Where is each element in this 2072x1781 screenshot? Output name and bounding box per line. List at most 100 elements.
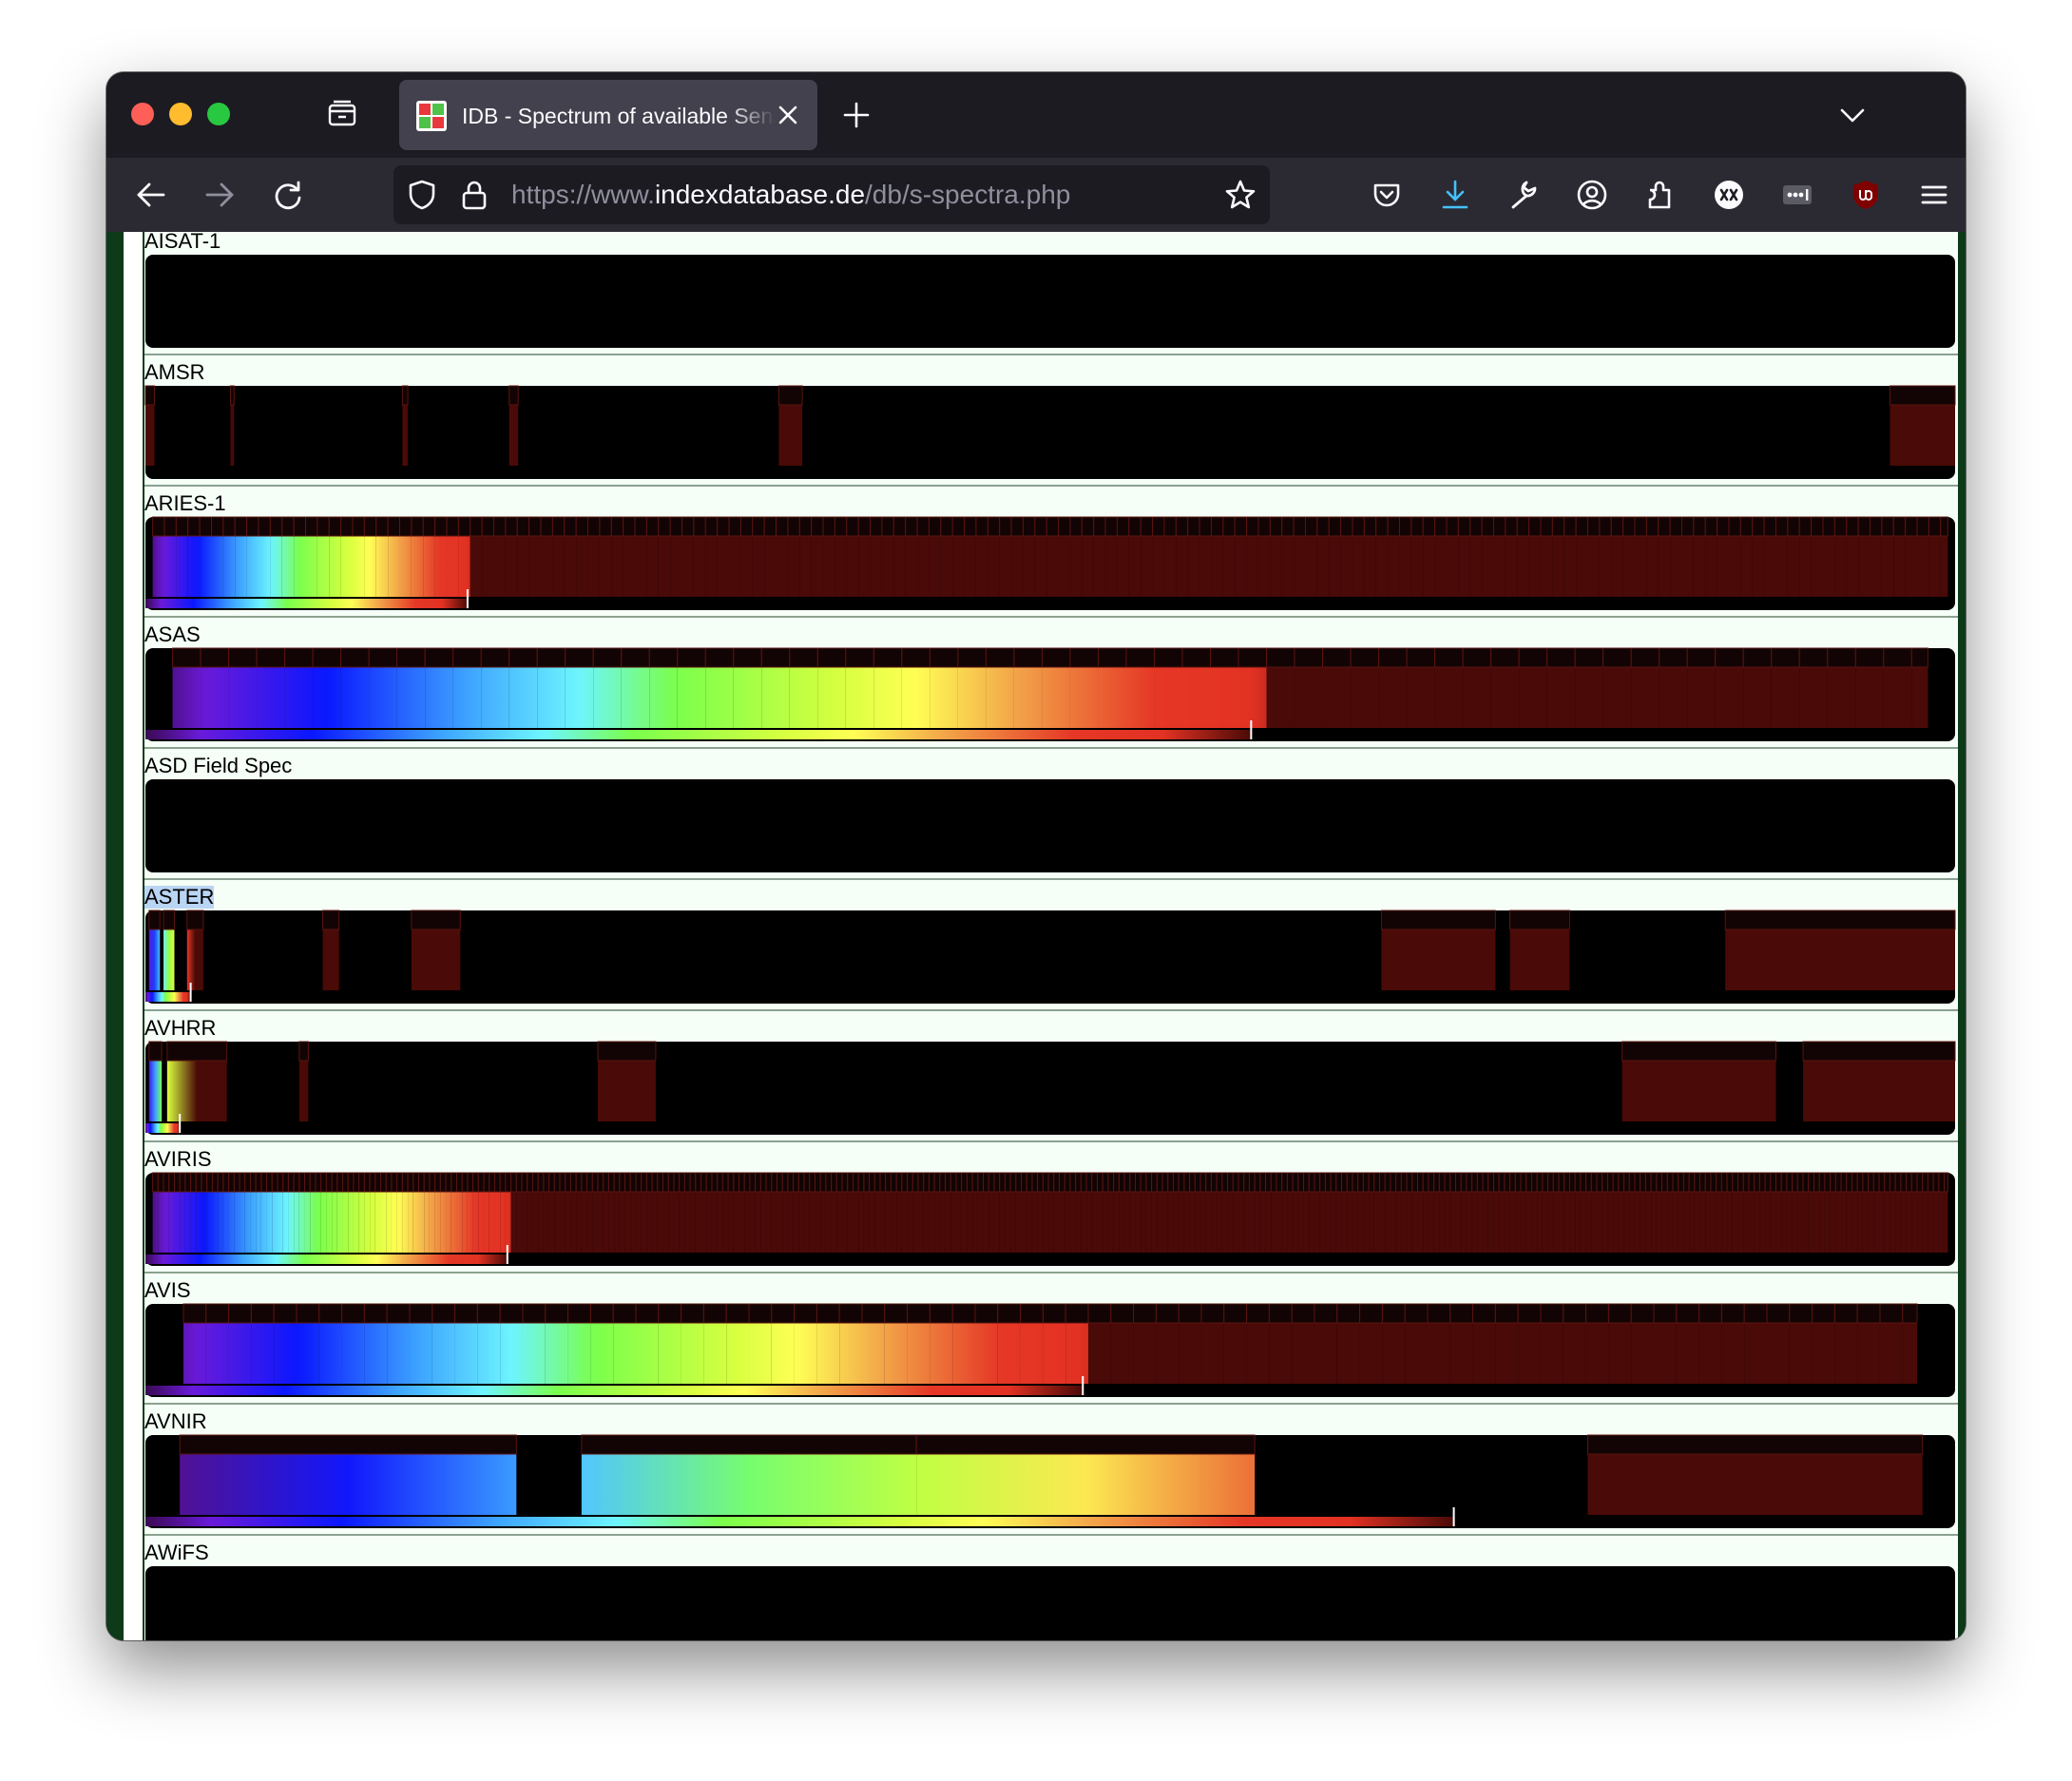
band-marker (1246, 516, 1259, 537)
band-marker (565, 1172, 571, 1193)
extensions-icon[interactable] (1644, 179, 1677, 211)
band-marker (1699, 1172, 1706, 1193)
band-marker (1902, 1303, 1918, 1324)
band-marker (1232, 1172, 1239, 1193)
spectral-band (567, 1323, 591, 1384)
spectral-band (1890, 405, 1955, 466)
sensor-name[interactable]: AWiFS (144, 1542, 209, 1564)
spectral-band (1487, 1192, 1494, 1253)
band-marker (1686, 647, 1717, 668)
tracking-protection-shield-icon[interactable] (407, 179, 437, 211)
band-marker (814, 1172, 821, 1193)
sensor-name[interactable]: ASD Field Spec (144, 755, 292, 777)
password-extension-icon[interactable] (1781, 179, 1813, 211)
sensor-name[interactable]: AISAT-1 (144, 232, 221, 253)
spectral-band (673, 1192, 680, 1253)
spectral-band (1792, 1192, 1798, 1253)
band-marker (1540, 1303, 1564, 1324)
spectral-range-end-marker (1452, 1507, 1455, 1526)
band-marker (1398, 516, 1412, 537)
forward-arrow-icon[interactable] (203, 179, 236, 211)
band-marker (564, 516, 577, 537)
spectral-band (1834, 536, 1847, 597)
sensor-name[interactable]: AVIS (144, 1279, 191, 1302)
spectral-band (313, 667, 341, 728)
wrench-icon[interactable] (1507, 179, 1540, 211)
band-marker (1634, 516, 1647, 537)
spectral-band (677, 667, 706, 728)
spectral-band (880, 1192, 886, 1253)
sensor-name[interactable]: AMSR (144, 361, 205, 384)
spectral-band (250, 1192, 257, 1253)
spectral-band (418, 1192, 425, 1253)
band-marker (1013, 647, 1043, 668)
spectral-band (1631, 1323, 1654, 1384)
band-marker (702, 1303, 727, 1324)
list-all-tabs-icon[interactable] (1838, 101, 1867, 129)
spectral-band (1786, 1192, 1793, 1253)
spectrum-background (145, 1566, 1955, 1640)
menu-icon[interactable] (1918, 179, 1950, 211)
minimize-window-button[interactable] (169, 103, 192, 125)
band-marker (669, 516, 683, 537)
pocket-icon[interactable] (1371, 179, 1403, 211)
band-marker (597, 1041, 657, 1062)
back-arrow-icon[interactable] (135, 179, 167, 211)
tab-active[interactable]: IDB - Spectrum of available Sensors (399, 80, 817, 150)
spectral-band (1081, 1192, 1087, 1253)
sensor-name[interactable]: ASAS (144, 623, 201, 646)
band-marker (1102, 1172, 1109, 1193)
spectral-band (1407, 667, 1435, 728)
spectral-band (1340, 536, 1353, 597)
spectral-band (409, 1323, 432, 1384)
band-marker (166, 1041, 228, 1062)
sensor-name[interactable]: AVHRR (144, 1017, 216, 1040)
bookmark-star-icon[interactable] (1224, 179, 1257, 211)
translate-extension-icon[interactable] (1713, 179, 1745, 211)
spectral-band (317, 536, 330, 597)
spectral-band (1434, 536, 1447, 597)
spectral-band (988, 536, 1000, 597)
lock-icon[interactable] (460, 179, 489, 211)
sensor-name[interactable]: ARIES-1 (144, 492, 226, 515)
spectral-band (1537, 1192, 1543, 1253)
band-marker (1492, 516, 1506, 537)
band-marker (1069, 647, 1099, 668)
spectral-band (500, 1323, 523, 1384)
spectral-band (1799, 536, 1812, 597)
account-icon[interactable] (1576, 179, 1608, 211)
download-icon[interactable] (1439, 179, 1471, 211)
spectral-band (1179, 1192, 1184, 1253)
url-text[interactable]: https://www.indexdatabase.de/db/s-spectr… (511, 179, 1070, 211)
band-marker (1678, 1172, 1684, 1193)
spectral-band (1781, 1192, 1787, 1253)
spectral-band (1493, 536, 1506, 597)
sensor-name[interactable]: AVIRIS (144, 1148, 212, 1171)
ublock-origin-icon[interactable] (1850, 179, 1882, 211)
spectral-band (240, 1192, 245, 1253)
spectral-band (842, 1192, 848, 1253)
close-window-button[interactable] (131, 103, 154, 125)
row-divider (144, 1272, 1958, 1274)
zoom-window-button[interactable] (207, 103, 230, 125)
firefox-view-icon[interactable] (327, 99, 357, 129)
band-marker (1266, 647, 1295, 668)
close-tab-icon[interactable] (776, 103, 800, 127)
band-marker (634, 516, 647, 537)
new-tab-icon[interactable] (842, 101, 871, 129)
band-marker (1178, 1172, 1185, 1193)
reload-icon[interactable] (272, 179, 304, 211)
band-marker (457, 516, 471, 537)
address-bar[interactable]: https://www.indexdatabase.de/db/s-spectr… (393, 165, 1270, 224)
spectral-band (1205, 1192, 1212, 1253)
spectral-band (543, 1192, 549, 1253)
band-marker (1808, 1172, 1814, 1193)
sensor-name[interactable]: AVNIR (144, 1410, 207, 1433)
spectral-band (570, 1192, 577, 1253)
band-marker (1574, 1172, 1582, 1193)
band-marker (1194, 1172, 1201, 1193)
spectral-band (744, 1192, 750, 1253)
band-marker (841, 1172, 849, 1193)
sensor-name[interactable]: ASTER (144, 886, 215, 909)
band-marker (396, 647, 426, 668)
